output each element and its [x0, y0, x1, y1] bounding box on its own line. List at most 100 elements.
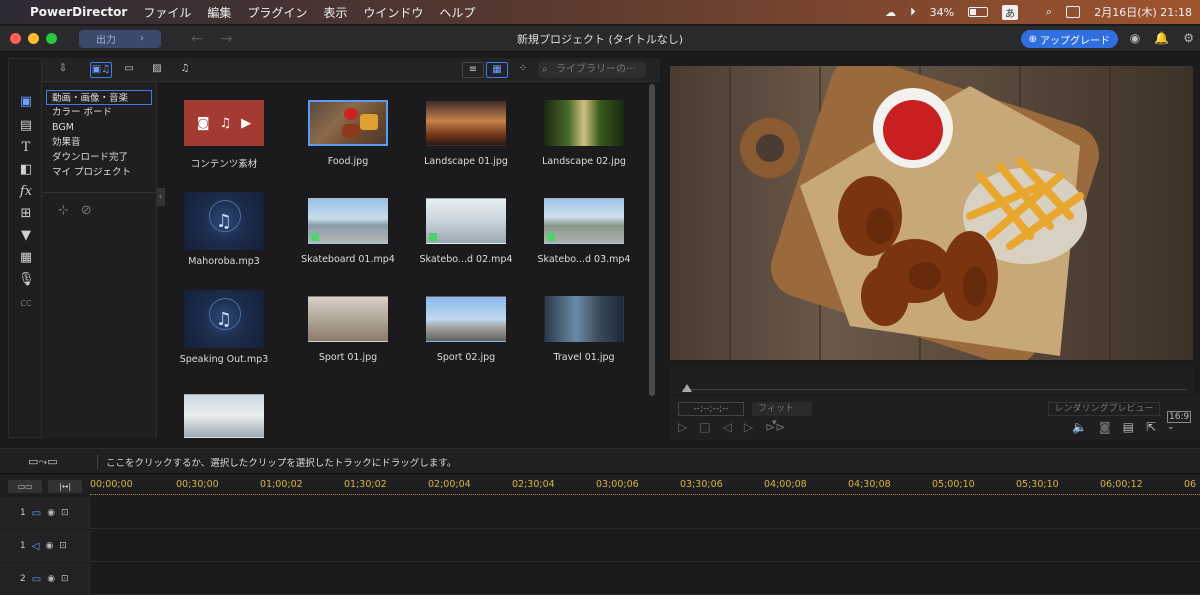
- snapshot-camera-icon[interactable]: ◙: [1099, 420, 1111, 434]
- collapse-panel-button[interactable]: ‹: [156, 188, 165, 206]
- room-sidebar: ▣ ▤ T ◧ fx ⊞ ▼ ▦ 🎙 CC: [8, 58, 42, 438]
- lock-icon[interactable]: ⊡: [61, 508, 69, 518]
- stop-icon[interactable]: □: [699, 420, 710, 434]
- previous-frame-icon[interactable]: ◁: [723, 420, 732, 434]
- menu-view[interactable]: 表示: [323, 4, 347, 21]
- menu-app-name[interactable]: PowerDirector: [30, 5, 127, 19]
- category-downloads[interactable]: ダウンロード完了: [42, 150, 156, 165]
- settings-gear-icon[interactable]: ⚙: [1183, 31, 1194, 45]
- filter-music-icon[interactable]: ♫: [174, 62, 196, 78]
- media-tile[interactable]: Skatebo...d 02.mp4: [407, 198, 525, 265]
- lock-icon[interactable]: ⊡: [61, 574, 69, 584]
- import-media-icon[interactable]: ⇩: [52, 62, 74, 78]
- media-tile[interactable]: Travel 01.jpg: [525, 296, 643, 363]
- menu-file[interactable]: ファイル: [143, 4, 191, 21]
- output-button[interactable]: 出力 ›: [79, 29, 161, 48]
- clock[interactable]: 2月16日(木) 21:18: [1094, 4, 1192, 20]
- account-icon[interactable]: ◉: [1130, 31, 1140, 45]
- media-tile[interactable]: ♫ Speaking Out.mp3: [165, 290, 283, 365]
- grid-view-icon[interactable]: ▦: [486, 62, 508, 78]
- minimize-window-button[interactable]: [28, 33, 39, 44]
- timeline-track[interactable]: 1 ▭ ◉ ⊡: [0, 497, 1200, 529]
- ruler-label: 02;30;04: [512, 479, 555, 490]
- volume-icon[interactable]: 🔈: [1072, 420, 1087, 434]
- remove-tag-icon[interactable]: ⊘: [81, 203, 92, 218]
- template-room-icon[interactable]: ▤: [18, 119, 34, 133]
- notification-bell-icon[interactable]: 🔔: [1154, 31, 1169, 45]
- track-manager-button[interactable]: ▭▭: [8, 480, 42, 493]
- filter-video-icon[interactable]: ▭: [118, 62, 140, 78]
- zoom-window-button[interactable]: [46, 33, 57, 44]
- media-tile[interactable]: Sport 01.jpg: [289, 296, 407, 363]
- media-tile[interactable]: ◙ ♫ ▶ コンテンツ素材: [165, 100, 283, 170]
- control-center-icon[interactable]: [1066, 6, 1081, 18]
- lock-icon[interactable]: ⊡: [59, 541, 67, 551]
- track-header: 1 ◁ ◉ ⊡: [0, 530, 90, 562]
- filter-all-media-icon[interactable]: ▣♫: [90, 62, 112, 78]
- preview-scrubber[interactable]: [670, 364, 1193, 394]
- ruler-label: 01;30;02: [344, 479, 387, 490]
- input-method[interactable]: あ: [1002, 4, 1019, 20]
- forward-arrow-icon[interactable]: →: [221, 31, 233, 47]
- upgrade-button[interactable]: ⊕ アップグレード: [1020, 30, 1118, 48]
- media-tile[interactable]: [165, 394, 283, 438]
- media-tile[interactable]: Skatebo...d 03.mp4: [525, 198, 643, 265]
- visibility-eye-icon[interactable]: ◉: [47, 508, 55, 518]
- media-room-icon[interactable]: ▣: [18, 95, 34, 109]
- next-frame-icon[interactable]: ▷: [744, 420, 753, 434]
- pip-room-icon[interactable]: ⊞: [18, 207, 34, 221]
- insert-clip-icon[interactable]: ▭⤳▭: [28, 455, 58, 469]
- fast-forward-icon[interactable]: ⊳⊳: [765, 420, 785, 434]
- timecode-field[interactable]: --;--;--;--: [678, 402, 744, 416]
- menu-help[interactable]: ヘルプ: [439, 4, 475, 21]
- timeline-track[interactable]: 1 ◁ ◉ ⊡: [0, 530, 1200, 562]
- fit-timeline-button[interactable]: |↔|: [48, 480, 82, 493]
- list-view-icon[interactable]: ≡: [462, 62, 484, 78]
- timeline-track[interactable]: 2 ▭ ◉ ⊡: [0, 563, 1200, 595]
- undock-window-icon[interactable]: ⇱: [1146, 420, 1156, 434]
- battery-icon[interactable]: [968, 7, 989, 17]
- render-preview-button[interactable]: レンダリングプレビュー: [1048, 402, 1160, 416]
- category-sound-effects[interactable]: 効果音: [42, 135, 156, 150]
- fit-dropdown[interactable]: フィット ▾: [752, 402, 812, 428]
- voiceover-mic-icon[interactable]: 🎙: [18, 273, 35, 287]
- preview-settings-icon[interactable]: ▤: [1123, 420, 1134, 434]
- category-media[interactable]: 動画・画像・音楽: [46, 90, 152, 105]
- close-window-button[interactable]: [10, 33, 21, 44]
- thumbnail-size-icon[interactable]: ⁘: [512, 62, 534, 78]
- spotlight-icon[interactable]: ⌕: [1046, 5, 1052, 19]
- category-color-board[interactable]: カラー ボード: [42, 105, 156, 120]
- preview-viewer[interactable]: [670, 66, 1193, 360]
- library-search-input[interactable]: ⌕ ライブラリーの···: [538, 62, 646, 78]
- title-room-icon[interactable]: T: [18, 141, 34, 155]
- play-icon[interactable]: ▷: [678, 420, 687, 434]
- category-my-projects[interactable]: マイ プロジェクト: [42, 165, 156, 180]
- media-tile[interactable]: Sport 02.jpg: [407, 296, 525, 363]
- library-scrollbar[interactable]: [649, 84, 655, 396]
- menu-plugin[interactable]: プラグイン: [247, 4, 307, 21]
- effect-room-icon[interactable]: fx: [18, 185, 34, 199]
- media-tile[interactable]: Landscape 02.jpg: [525, 100, 643, 167]
- aspect-ratio-selector[interactable]: 16:9 ⌄: [1167, 411, 1200, 432]
- visibility-eye-icon[interactable]: ◉: [45, 541, 53, 551]
- category-bgm[interactable]: BGM: [42, 120, 156, 135]
- timeline-ruler[interactable]: 00;00;00 00;30;00 01;00;02 01;30;02 02;0…: [90, 477, 1200, 495]
- chapter-room-icon[interactable]: ▦: [18, 251, 34, 265]
- timeline-hint-text[interactable]: ここをクリックするか、選択したクリップを選択したトラックにドラッグします。: [97, 455, 456, 469]
- subtitle-room-icon[interactable]: CC: [18, 297, 34, 311]
- visibility-eye-icon[interactable]: ◉: [47, 574, 55, 584]
- media-tile[interactable]: ♫ Mahoroba.mp3: [165, 192, 283, 267]
- play-circle-icon[interactable]: ⏵: [910, 5, 916, 19]
- menu-window[interactable]: ウインドウ: [363, 4, 423, 21]
- media-tile[interactable]: Skateboard 01.mp4: [289, 198, 407, 265]
- playhead-handle[interactable]: [682, 384, 692, 392]
- cloud-icon[interactable]: ☁: [885, 6, 896, 19]
- menu-edit[interactable]: 編集: [207, 4, 231, 21]
- media-tile[interactable]: Food.jpg: [289, 100, 407, 167]
- back-arrow-icon[interactable]: ←: [191, 31, 203, 47]
- media-tile[interactable]: Landscape 01.jpg: [407, 100, 525, 167]
- transition-room-icon[interactable]: ◧: [18, 163, 34, 177]
- add-tag-icon[interactable]: ⊹: [58, 203, 69, 218]
- particle-room-icon[interactable]: ▼: [18, 229, 34, 243]
- filter-image-icon[interactable]: ▨: [146, 62, 168, 78]
